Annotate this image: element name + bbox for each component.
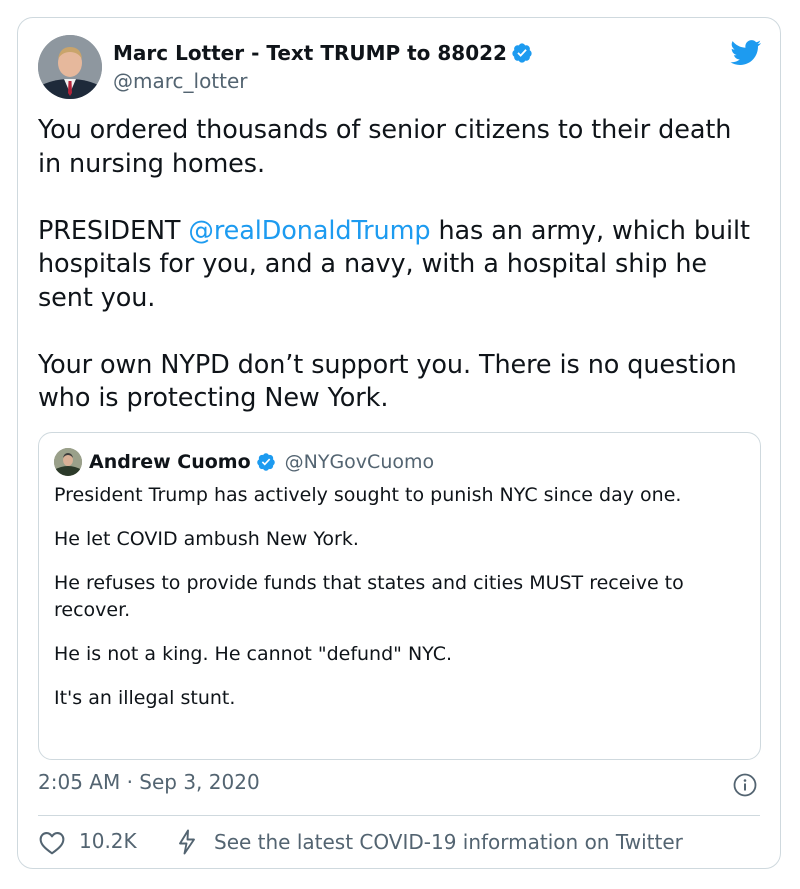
quoted-author-handle[interactable]: @NYGovCuomo — [285, 451, 434, 473]
heart-icon[interactable] — [39, 831, 65, 855]
covid-info-link-text: See the latest COVID-19 information on T… — [214, 830, 683, 854]
verified-badge-icon — [512, 43, 532, 63]
author-name-text: Marc Lotter - Text TRUMP to 88022 — [113, 41, 507, 65]
quoted-author-name[interactable]: Andrew Cuomo — [89, 451, 251, 473]
quoted-line: He let COVID ambush New York. — [54, 528, 359, 550]
author-name[interactable]: Marc Lotter - Text TRUMP to 88022 — [113, 40, 533, 66]
quoted-line: It's an illegal stunt. — [54, 687, 236, 709]
quoted-line: He is not a king. He cannot "defund" NYC… — [54, 643, 453, 665]
person-photo-icon — [54, 448, 82, 476]
quoted-body: President Trump has actively sought to p… — [54, 482, 754, 712]
verified-badge-icon — [256, 453, 275, 471]
covid-info-link[interactable]: See the latest COVID-19 information on T… — [176, 829, 683, 855]
quoted-line: President Trump has actively sought to p… — [54, 484, 682, 506]
person-photo-icon — [38, 35, 102, 99]
quoted-line: He refuses to provide funds that states … — [54, 572, 684, 621]
tweet-timestamp[interactable]: 2:05 AM · Sep 3, 2020 — [38, 770, 260, 794]
tweet-paragraph-2: PRESIDENT @realDonaldTrump has an army, … — [38, 215, 758, 316]
lightning-bolt-icon — [179, 829, 195, 855]
author-handle[interactable]: @marc_lotter — [113, 68, 248, 94]
like-count[interactable]: 10.2K — [79, 829, 137, 853]
quoted-tweet[interactable]: Andrew Cuomo @NYGovCuomo President Trump… — [38, 432, 761, 760]
tweet-paragraph-3: Your own NYPD don’t support you. There i… — [38, 349, 737, 414]
tweet-body: You ordered thousands of senior citizens… — [38, 114, 758, 416]
mention-link[interactable]: @realDonaldTrump — [188, 216, 430, 246]
author-avatar[interactable] — [38, 35, 102, 99]
tweet-card: Marc Lotter - Text TRUMP to 88022 @marc_… — [17, 17, 781, 869]
divider — [38, 815, 760, 816]
info-icon[interactable] — [733, 773, 757, 797]
quoted-header: Andrew Cuomo @NYGovCuomo — [89, 448, 434, 476]
twitter-bird-icon[interactable] — [730, 40, 762, 66]
tweet-paragraph-2-prefix: PRESIDENT — [38, 215, 189, 246]
tweet-paragraph-1: You ordered thousands of senior citizens… — [38, 115, 732, 179]
quoted-author-avatar[interactable] — [54, 448, 82, 476]
